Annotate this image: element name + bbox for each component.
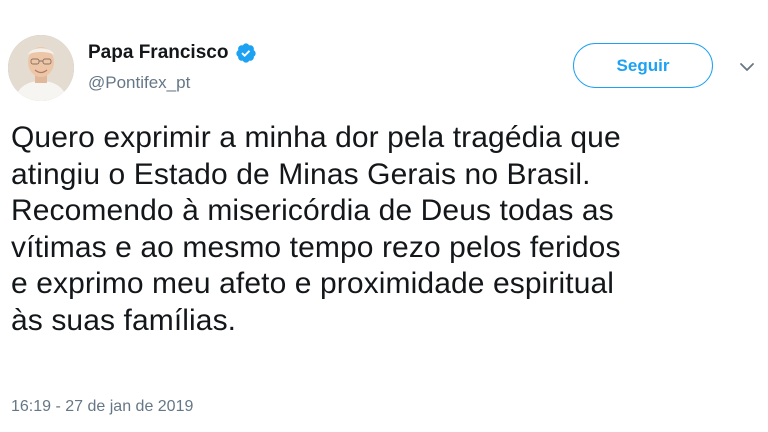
follow-button[interactable]: Seguir [573, 43, 713, 88]
tweet-text-line: Quero exprimir a minha dor pela tragédia… [11, 121, 621, 154]
tweet-text-line: e exprimo meu afeto e proximidade espiri… [11, 267, 615, 300]
chevron-down-icon[interactable] [738, 60, 756, 74]
tweet-text-line: atingiu o Estado de Minas Gerais no Bras… [11, 157, 591, 191]
author-handle[interactable]: @Pontifex_pt [88, 73, 190, 93]
author-name-row: Papa Francisco [88, 40, 257, 66]
tweet-text: Quero exprimir a minha dor pela tragédia… [11, 120, 761, 339]
tweet-timestamp[interactable]: 16:19 - 27 de jan de 2019 [11, 398, 193, 416]
verified-badge-icon [235, 42, 257, 64]
avatar[interactable] [8, 35, 74, 101]
tweet-text-line: vítimas e ao mesmo tempo rezo pelos feri… [11, 230, 621, 264]
author-display-name[interactable]: Papa Francisco [88, 42, 228, 64]
avatar-photo [8, 35, 74, 101]
tweet-text-line: Recomendo à misericórdia de Deus todas a… [11, 194, 614, 227]
tweet-text-line: às suas famílias. [11, 303, 237, 337]
tweet-card: Papa Francisco @Pontifex_pt Seguir Quero… [0, 0, 768, 432]
